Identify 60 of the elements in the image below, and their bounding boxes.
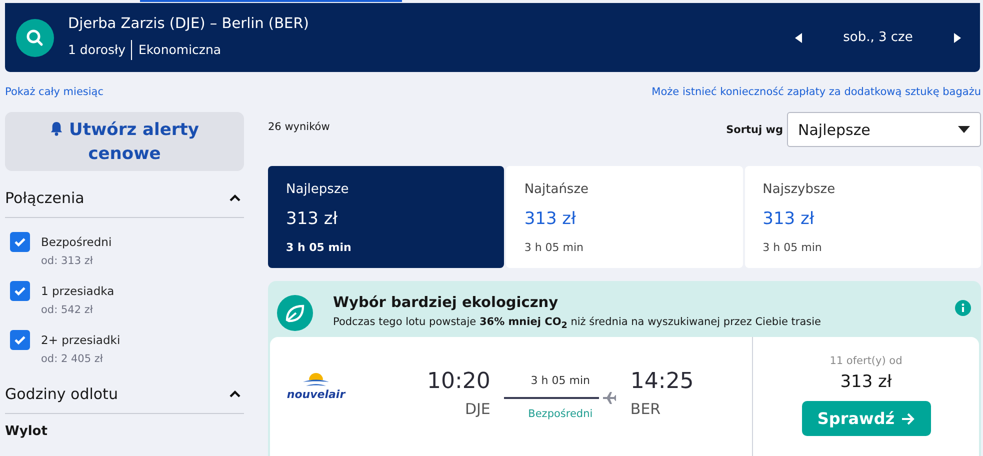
leaf-icon <box>277 295 313 331</box>
filter-heading: Godziny odlotu <box>5 385 118 403</box>
airline-logo-icon <box>301 373 331 389</box>
filter-heading: Połączenia <box>5 189 84 207</box>
filter-subheading: Wylot <box>5 424 48 439</box>
airline-name: nouvelair <box>286 388 346 401</box>
tab-duration: 3 h 05 min <box>762 241 823 254</box>
option-price: od: 2 405 zł <box>41 353 104 365</box>
next-date-icon[interactable] <box>953 32 961 42</box>
passenger-count: 1 dorosły <box>68 42 126 57</box>
cabin-class: Ekonomiczna <box>138 42 222 57</box>
check-icon <box>14 335 26 345</box>
option-label: 2+ przesiadki <box>41 333 120 347</box>
price-alert-button[interactable]: Utwórz alerty cenowe <box>5 112 244 171</box>
tab-duration: 3 h 05 min <box>286 241 352 254</box>
tab-price: 313 zł <box>524 209 577 229</box>
baggage-link[interactable]: Może istnieć konieczność zapłaty za dodatkową sztukę bagażu <box>652 86 981 112</box>
option-label: 1 przesiadka <box>41 284 114 298</box>
offers-count: 11 ofert(y) od <box>830 355 902 367</box>
sort-tab[interactable]: Najtańsze 313 zł 3 h 05 min <box>506 166 743 268</box>
check-icon <box>14 286 26 296</box>
tab-price: 313 zł <box>762 209 816 229</box>
option-label: Bezpośredni <box>41 235 112 249</box>
eco-description: Podczas tego lotu powstaje 36% mniej CO$_{2}$ niż średnia na wyszukiwanej przez Ciebie trasie <box>333 316 822 332</box>
dropdown-caret-icon <box>958 126 970 133</box>
eco-title: Wybór bardziej ekologiczny <box>333 294 560 311</box>
bell-icon <box>50 120 64 136</box>
check-icon <box>14 237 26 247</box>
arrival-airport: BER <box>630 400 662 418</box>
tab-duration: 3 h 05 min <box>524 241 585 254</box>
collapse-chevron-icon[interactable] <box>229 390 241 398</box>
tab-label: Najszybsze <box>762 182 836 197</box>
sort-label: Sortuj wg <box>726 124 783 136</box>
previous-date-icon[interactable] <box>795 32 803 42</box>
option-price: od: 313 zł <box>41 255 94 267</box>
stops-label: Bezpośredni <box>527 408 594 420</box>
month-link[interactable]: Pokaż cały miesiąc <box>5 86 104 112</box>
departure-airport: DJE <box>464 400 490 418</box>
plane-icon <box>602 391 616 405</box>
arrow-right-icon <box>900 412 915 424</box>
sort-dropdown[interactable]: Najlepsze <box>787 112 981 147</box>
tab-label: Najtańsze <box>524 182 590 197</box>
collapse-chevron-icon[interactable] <box>229 194 241 202</box>
sort-tab[interactable]: Najlepsze 313 zł 3 h 05 min <box>268 166 504 268</box>
results-count: 26 wyników <box>268 121 330 133</box>
arrival-time: 14:25 <box>630 369 694 394</box>
info-icon[interactable] <box>955 300 971 316</box>
departure-time: 10:20 <box>427 369 490 394</box>
checkbox[interactable] <box>10 232 30 252</box>
checkbox[interactable] <box>10 330 30 350</box>
flight-price: 313 zł <box>840 372 892 392</box>
flight-duration: 3 h 05 min <box>530 374 591 387</box>
option-price: od: 542 zł <box>41 304 94 316</box>
tab-price: 313 zł <box>286 209 339 229</box>
route-title: Djerba Zarzis (DJE) – Berlin (BER) <box>68 16 309 32</box>
sort-tab[interactable]: Najszybsze 313 zł 3 h 05 min <box>744 166 981 268</box>
search-icon[interactable] <box>16 18 54 56</box>
tab-label: Najlepsze <box>286 182 350 197</box>
checkbox[interactable] <box>10 281 30 301</box>
date-label: sob., 3 cze <box>842 30 914 45</box>
